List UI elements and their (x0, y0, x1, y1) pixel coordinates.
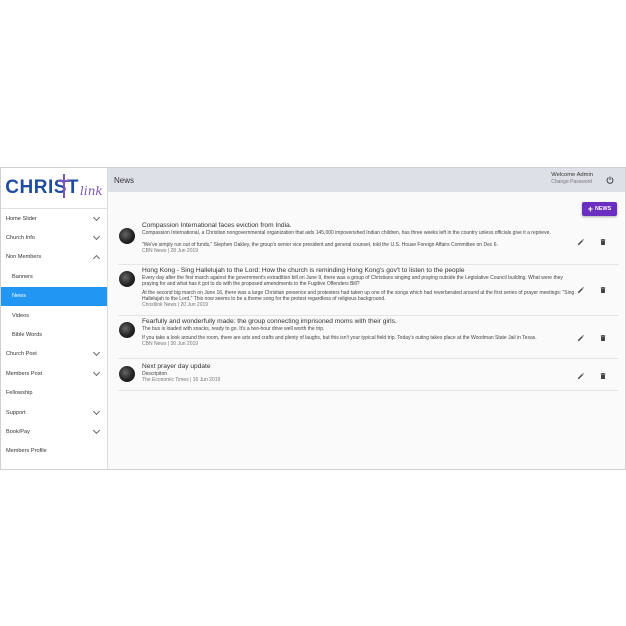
sidebar-item-church-info[interactable]: Church Info (1, 228, 107, 247)
edit-icon[interactable] (577, 238, 585, 246)
sidebar-item-label: Home Slider (6, 215, 37, 222)
sidebar-item-members-post[interactable]: Members Post (1, 364, 107, 383)
news-title: Fearfully and wonderfully made: the grou… (142, 318, 397, 325)
sidebar-item-news[interactable]: News (1, 286, 107, 306)
chevron-down-icon (92, 349, 101, 357)
list-item: Fearfully and wonderfully made: the grou… (118, 316, 619, 359)
chevron-down-icon (92, 368, 101, 376)
sidebar-item-videos[interactable]: Videos (1, 306, 107, 325)
sidebar-item-label: Church Post (6, 351, 37, 358)
news-list: Compassion International faces eviction … (118, 222, 619, 391)
sidebar-item-book-pay[interactable]: Book/Pay (1, 422, 107, 441)
cross-icon (58, 174, 70, 198)
list-item: Compassion International faces eviction … (118, 222, 619, 265)
avatar (119, 322, 135, 338)
sidebar-item-label: Banners (12, 273, 33, 280)
page-title: News (114, 175, 135, 185)
sidebar-item-label: Non Members (6, 254, 42, 261)
sidebar-item-label: News (12, 293, 26, 300)
sidebar: CHRIST link Home Slider Church Info Non … (1, 168, 108, 469)
row-actions (577, 371, 607, 381)
sidebar-item-non-members[interactable]: Non Members (1, 248, 107, 267)
chevron-down-icon (92, 407, 101, 415)
sidebar-item-label: Bible Words (12, 332, 43, 339)
sidebar-item-label: Support (6, 409, 26, 416)
logo[interactable]: CHRIST link (1, 168, 107, 209)
app-window: CHRIST link Home Slider Church Info Non … (0, 167, 626, 470)
sidebar-item-home-slider[interactable]: Home Slider (1, 209, 107, 228)
avatar (119, 271, 135, 287)
row-actions (577, 333, 607, 343)
add-news-button[interactable]: + NEWS (582, 202, 617, 216)
sidebar-item-label: Church Info (6, 235, 35, 242)
delete-icon[interactable] (599, 334, 607, 342)
edit-icon[interactable] (577, 372, 585, 380)
news-body: At the second big march on June 16, ther… (142, 290, 575, 302)
change-password-link[interactable]: Change Password (551, 179, 593, 185)
add-news-label: NEWS (595, 206, 612, 212)
welcome-text: Welcome Admin (551, 172, 593, 178)
row-actions (577, 285, 607, 295)
sidebar-item-label: Members Profile (6, 448, 47, 455)
chevron-up-icon (92, 254, 101, 263)
sidebar-item-label: Members Post (6, 370, 43, 377)
plus-icon: + (587, 203, 594, 214)
news-body: Compassion International, a Christian no… (142, 230, 551, 236)
avatar (119, 228, 135, 244)
avatar (119, 366, 135, 382)
chevron-down-icon (92, 233, 101, 241)
sidebar-item-fellowship[interactable]: Fellowship (1, 384, 107, 403)
sidebar-item-label: Videos (12, 312, 30, 319)
news-body: Every day after the first march against … (142, 275, 563, 287)
delete-icon[interactable] (599, 238, 607, 246)
news-title: Hong Kong - Sing Hallelujah to the Lord:… (142, 267, 465, 274)
news-meta: Christlink News | 20 Jun 2019 (142, 302, 209, 308)
chevron-down-icon (92, 213, 101, 221)
news-title: Compassion International faces eviction … (142, 222, 292, 229)
sidebar-item-label: Fellowship (6, 390, 33, 397)
delete-icon[interactable] (599, 372, 607, 380)
delete-icon[interactable] (599, 286, 607, 294)
edit-icon[interactable] (577, 334, 585, 342)
news-meta: CBN News | 30 Jun 2019 (142, 341, 199, 347)
sidebar-item-bible-words[interactable]: Bible Words (1, 325, 107, 344)
main-content: + NEWS Compassion International faces ev… (108, 192, 625, 469)
list-item: Next prayer day update Descripiton The E… (118, 359, 619, 391)
logo-script-text: link (80, 184, 103, 198)
sidebar-item-label: Book/Pay (6, 428, 30, 435)
chevron-down-icon (92, 426, 101, 435)
sidebar-item-members-profile[interactable]: Members Profile (1, 442, 107, 461)
row-actions (577, 237, 607, 247)
top-bar: News Welcome Admin Change Password (108, 168, 625, 192)
power-icon[interactable] (606, 176, 614, 184)
news-title: Next prayer day update (142, 363, 211, 370)
news-meta: CBN News | 28 Jun 2019 (142, 248, 199, 254)
sidebar-nav: Home Slider Church Info Non Members Bann… (1, 209, 107, 461)
user-menu: Welcome Admin Change Password (551, 172, 593, 185)
edit-icon[interactable] (577, 286, 585, 294)
news-meta: The Economic Times | 16 Jun 2019 (142, 377, 221, 383)
list-item: Hong Kong - Sing Hallelujah to the Lord:… (118, 265, 619, 316)
sidebar-item-church-post[interactable]: Church Post (1, 345, 107, 364)
sidebar-item-banners[interactable]: Banners (1, 267, 107, 286)
news-body: If you take a look around the room, ther… (142, 335, 537, 341)
sidebar-item-support[interactable]: Support (1, 403, 107, 422)
